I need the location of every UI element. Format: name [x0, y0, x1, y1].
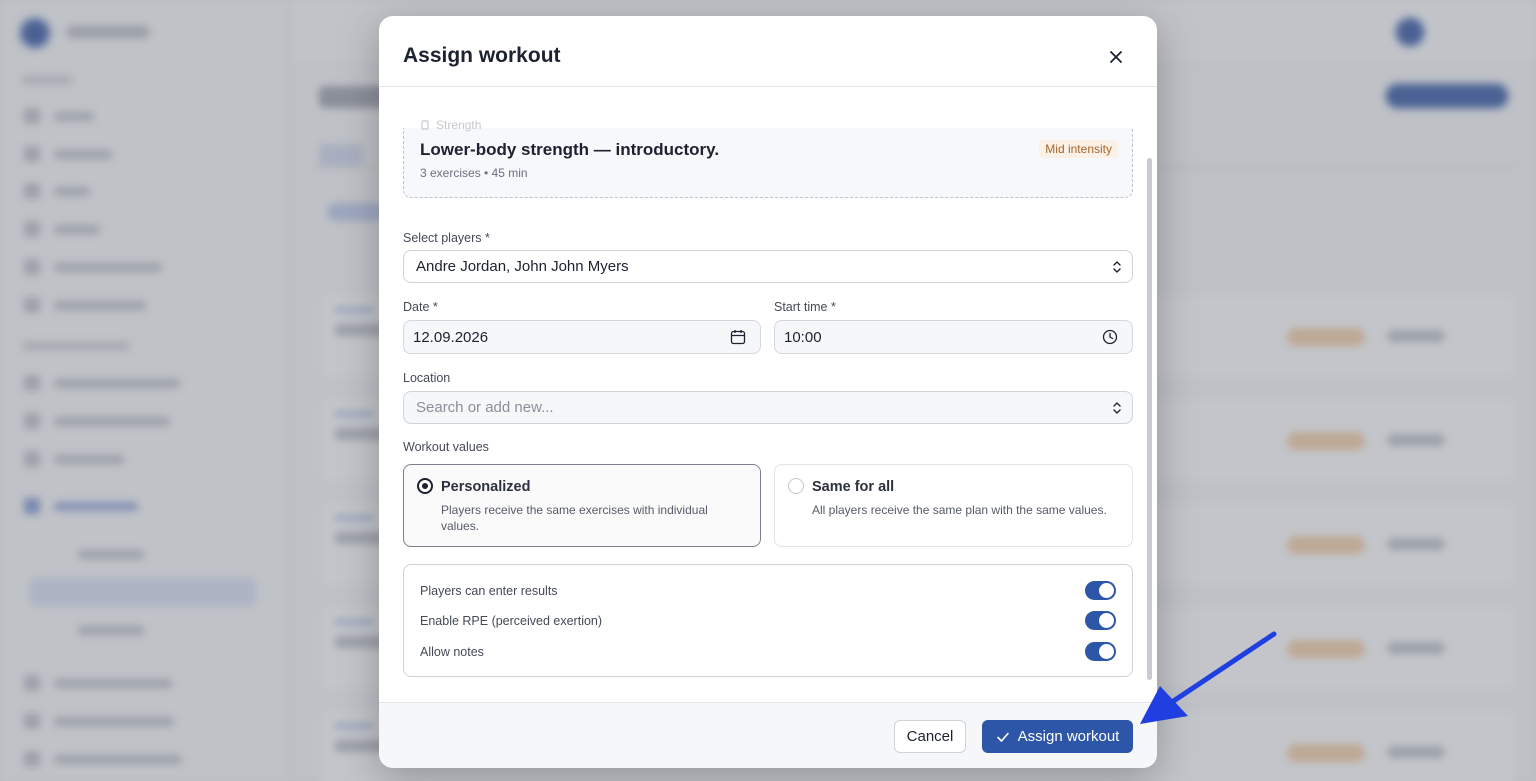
- workout-category-label: Strength: [436, 118, 482, 132]
- radio-button-unselected[interactable]: [788, 478, 804, 494]
- radio-button-selected[interactable]: [417, 478, 433, 494]
- date-input[interactable]: 12.09.2026: [403, 320, 761, 354]
- workout-options-box: Players can enter results Enable RPE (pe…: [403, 564, 1133, 677]
- workout-values-label: Workout values: [403, 440, 489, 454]
- start-time-label: Start time *: [774, 300, 836, 314]
- radio-personalized-title: Personalized: [441, 479, 531, 495]
- enable-rpe-toggle[interactable]: [1085, 611, 1116, 630]
- close-icon: [1110, 51, 1122, 63]
- start-time-input[interactable]: 10:00: [774, 320, 1133, 354]
- annotation-arrow-icon: [1140, 631, 1277, 724]
- toggle-label: Enable RPE (perceived exertion): [420, 614, 603, 628]
- toggle-label: Players can enter results: [420, 584, 558, 598]
- radio-same-for-all-title: Same for all: [812, 479, 895, 495]
- radio-personalized[interactable]: Personalized Players receive the same ex…: [403, 464, 761, 547]
- workout-title: Lower-body strength — introductory.: [420, 140, 720, 159]
- radio-personalized-description: Players receive the same exercises with …: [441, 503, 708, 533]
- players-select[interactable]: Andre Jordan, John John Myers: [403, 250, 1133, 283]
- radio-same-for-all-description: All players receive the same plan with t…: [812, 503, 1107, 517]
- toggle-label: Allow notes: [420, 645, 484, 659]
- location-select[interactable]: Search or add new...: [403, 391, 1133, 424]
- toggle-row-enable-rpe: Enable RPE (perceived exertion): [420, 611, 1116, 631]
- location-placeholder: Search or add new...: [416, 399, 554, 416]
- workout-category: Strength: [420, 118, 481, 132]
- calendar-icon[interactable]: [730, 329, 746, 345]
- check-icon: [996, 732, 1009, 742]
- players-label: Select players *: [403, 231, 490, 245]
- selected-workout-card: Strength Lower-body strength — introduct…: [403, 118, 1133, 198]
- close-button[interactable]: [1105, 46, 1127, 68]
- intensity-badge: Mid intensity: [1039, 140, 1118, 158]
- chevron-up-down-icon: [1113, 261, 1121, 273]
- dialog-header: Assign workout: [379, 16, 1157, 87]
- clock-icon[interactable]: [1102, 329, 1118, 345]
- dialog-scrollbar[interactable]: [1147, 158, 1152, 680]
- dumbbell-icon: [421, 120, 429, 130]
- dialog-title: Assign workout: [403, 44, 561, 67]
- assign-workout-label: Assign workout: [1017, 728, 1120, 745]
- players-value: Andre Jordan, John John Myers: [416, 258, 629, 275]
- toggle-row-enter-results: Players can enter results: [420, 581, 1116, 601]
- date-value: 12.09.2026: [413, 328, 489, 346]
- assign-workout-button[interactable]: Assign workout: [982, 720, 1133, 753]
- chevron-up-down-icon: [1113, 402, 1121, 414]
- workout-meta: 3 exercises • 45 min: [420, 166, 528, 180]
- radio-same-for-all[interactable]: Same for all All players receive the sam…: [774, 464, 1133, 547]
- location-label: Location: [403, 371, 451, 385]
- start-time-value: 10:00: [784, 328, 822, 346]
- assign-workout-dialog: Assign workout Strength Lower-body stren…: [379, 16, 1157, 768]
- cancel-button[interactable]: Cancel: [894, 720, 966, 753]
- allow-notes-toggle[interactable]: [1085, 642, 1116, 661]
- toggle-row-allow-notes: Allow notes: [420, 642, 1116, 662]
- dialog-footer: Cancel Assign workout: [379, 702, 1157, 768]
- date-label: Date *: [403, 300, 438, 314]
- dialog-body[interactable]: Strength Lower-body strength — introduct…: [379, 88, 1157, 702]
- enter-results-toggle[interactable]: [1085, 581, 1116, 600]
